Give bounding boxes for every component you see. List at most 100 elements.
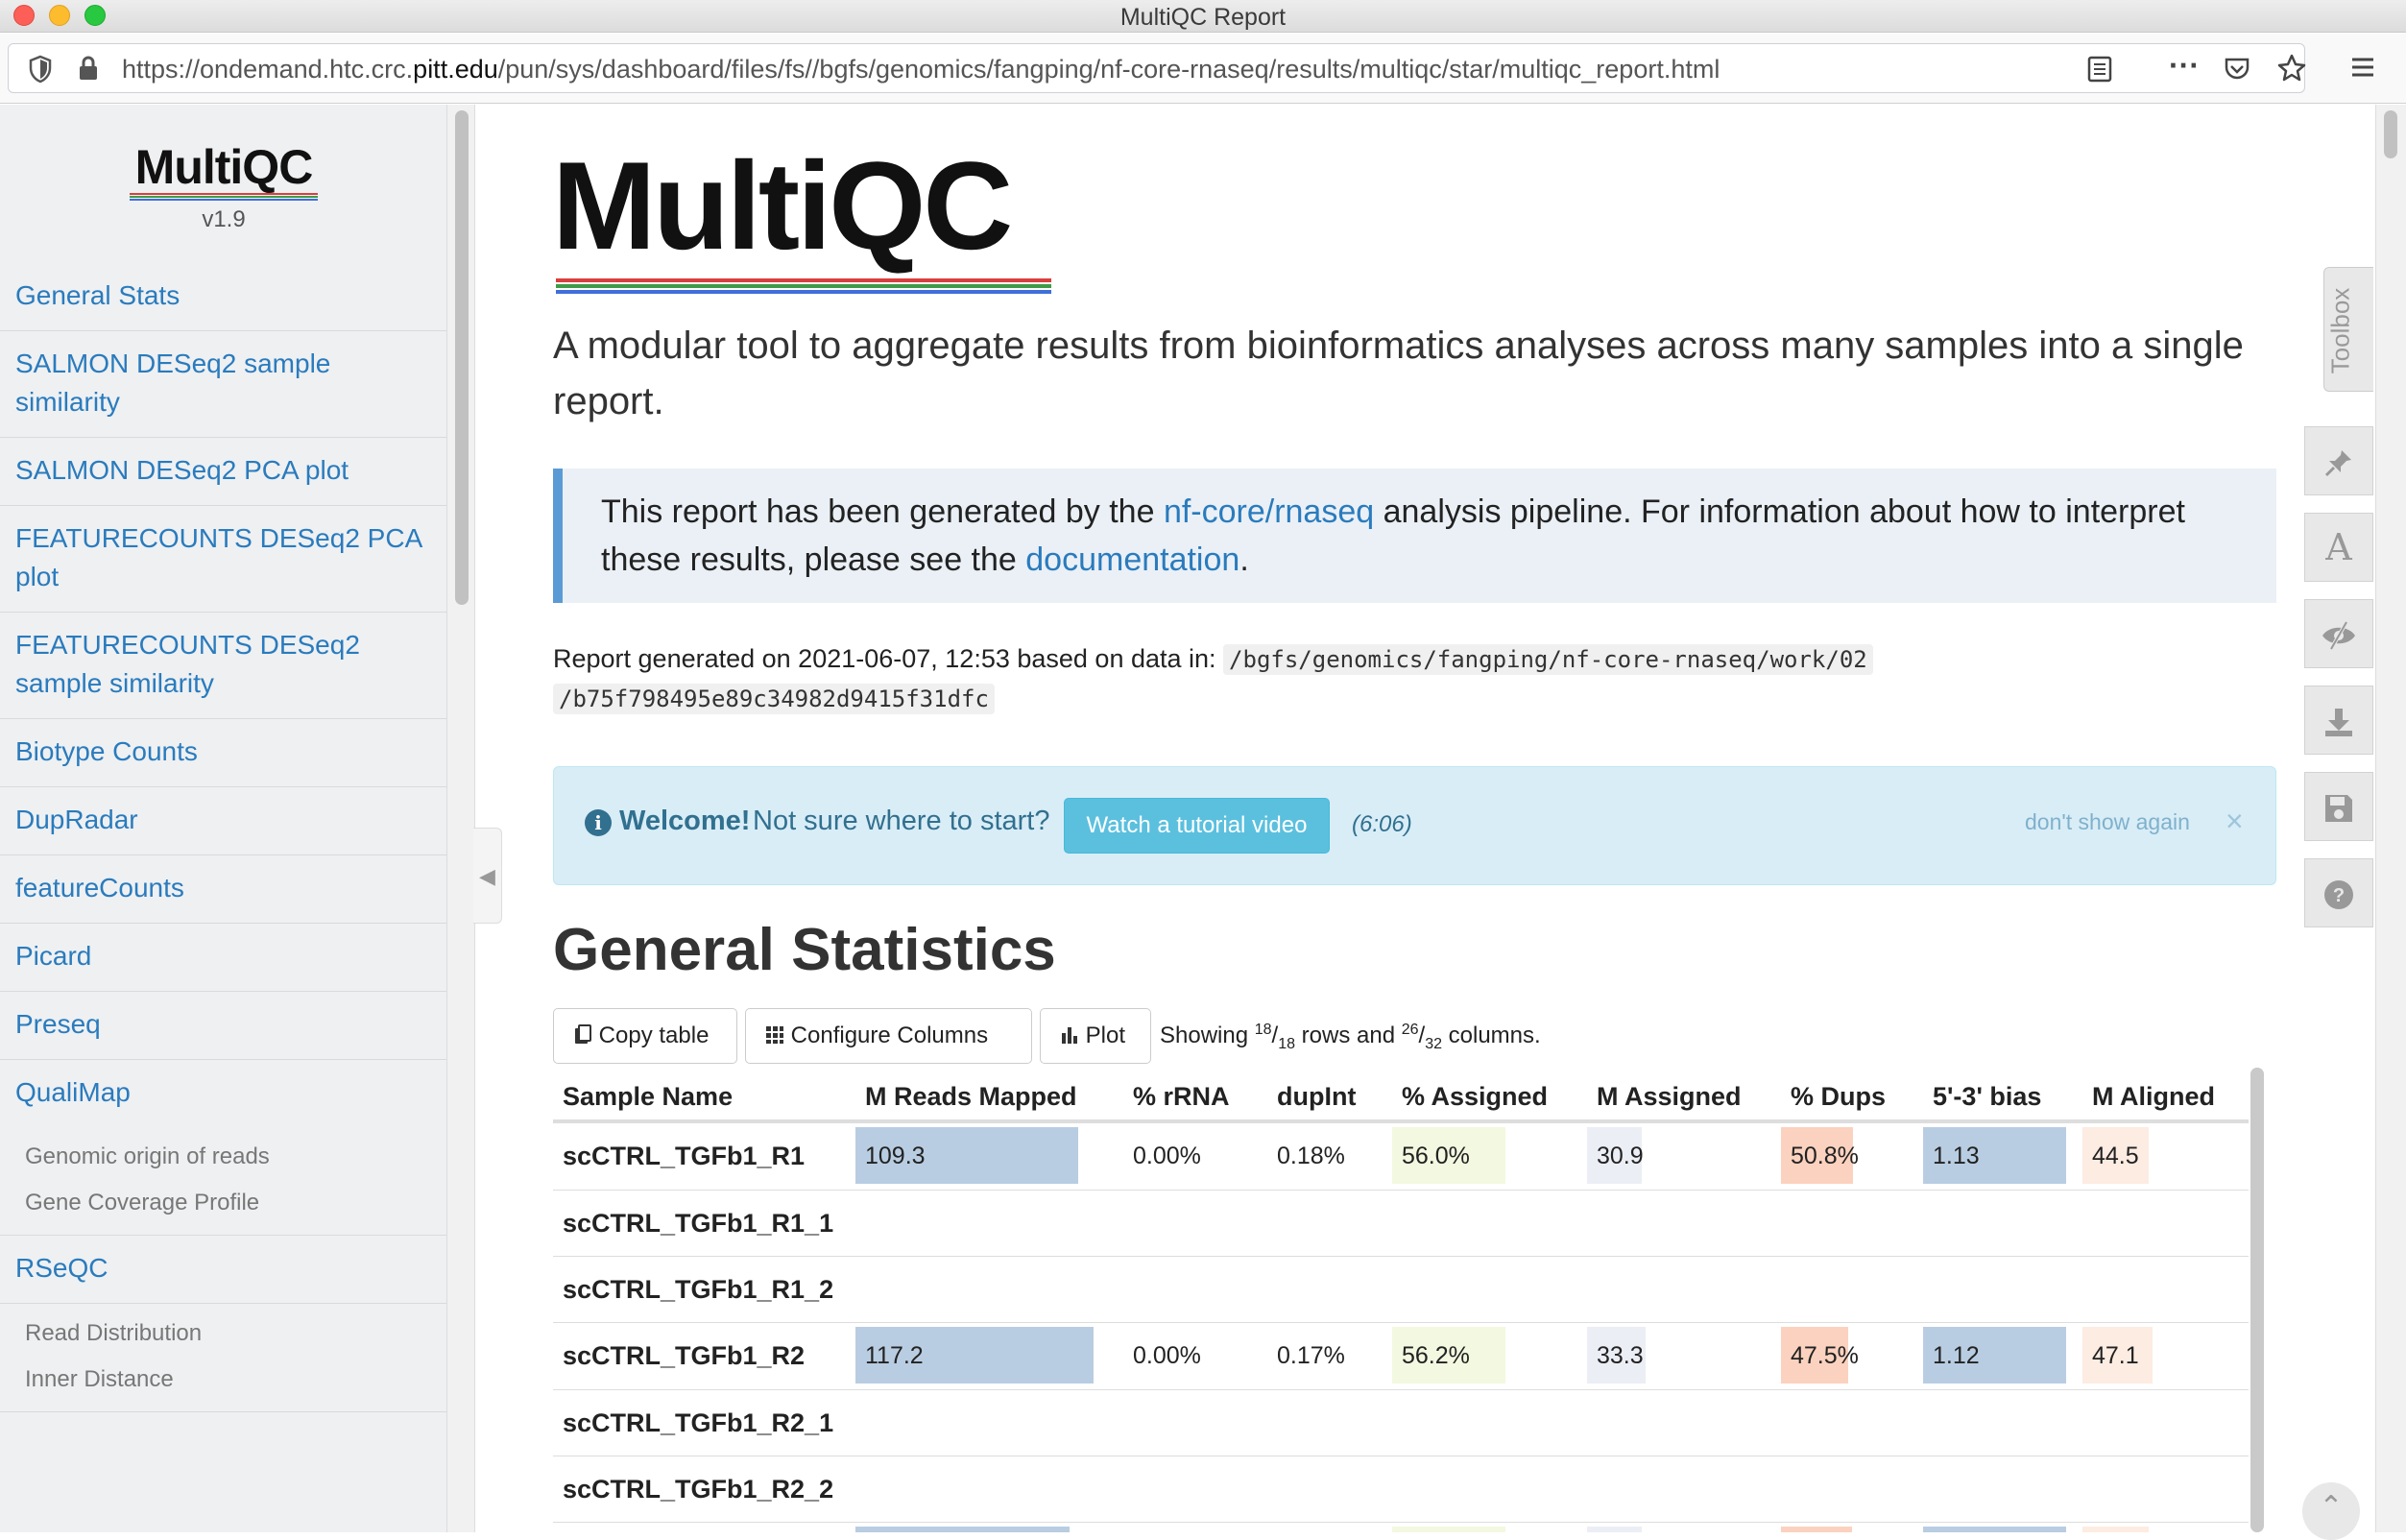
copy-table-button[interactable]: Copy table xyxy=(553,1008,737,1064)
sidebar-item-preseq[interactable]: Preseq xyxy=(0,992,446,1060)
header-m-assigned[interactable]: M Assigned xyxy=(1587,1073,1781,1123)
header-dupint[interactable]: dupInt xyxy=(1267,1073,1392,1123)
sidebar-item-biotype-counts[interactable]: Biotype Counts xyxy=(0,719,446,787)
sidebar-subitem-inner-distance[interactable]: Inner Distance xyxy=(0,1356,446,1402)
lock-icon[interactable] xyxy=(78,55,99,87)
cell-value: 0.00% xyxy=(1133,1143,1201,1169)
cell-bias xyxy=(1923,1522,2082,1532)
cell-massigned xyxy=(1587,1256,1781,1323)
cell-rrna xyxy=(1123,1522,1267,1532)
report-sidebar: MultiQC v1.9 General Stats SALMON DESeq2… xyxy=(0,105,447,1532)
cell-bias xyxy=(1923,1256,2082,1323)
welcome-alert: i Welcome! Not sure where to start? Watc… xyxy=(553,766,2276,885)
page-scrollbar[interactable] xyxy=(2375,105,2406,1532)
eye-slash-icon[interactable] xyxy=(2304,599,2373,668)
url-text[interactable]: https://ondemand.htc.crc.pitt.edu/pun/sy… xyxy=(122,55,1720,84)
cell-rrna: 0.00% xyxy=(1123,1322,1267,1390)
table-scrollbar[interactable] xyxy=(2250,1068,2264,1532)
bar-chart-icon xyxy=(1060,1023,1086,1048)
window-title: MultiQC Report xyxy=(1119,4,1287,31)
cell-bias: 1.12 xyxy=(1923,1322,2082,1390)
tutorial-video-button[interactable]: Watch a tutorial video xyxy=(1064,798,1330,854)
cell-bias xyxy=(1923,1456,2082,1523)
sidebar-item-salmon-pca[interactable]: SALMON DESeq2 PCA plot xyxy=(0,438,446,506)
sample-name-cell: scCTRL_TGFb1_R2_1 xyxy=(553,1389,855,1456)
url-bar[interactable]: https://ondemand.htc.crc.pitt.edu/pun/sy… xyxy=(8,43,2307,93)
nf-core-rnaseq-link[interactable]: nf-core/rnaseq xyxy=(1164,493,1374,530)
multiqc-logo-small[interactable]: MultiQC xyxy=(0,139,446,201)
cell-value: 117.2 xyxy=(865,1342,924,1369)
table-row: scCTRL_TGFb1_R1_1 xyxy=(553,1190,2249,1257)
cell-mapped: 109.3 xyxy=(855,1121,1123,1191)
cell-value: 0.18% xyxy=(1277,1143,1345,1169)
cell-dupint xyxy=(1267,1522,1392,1532)
chevron-left-icon: ◀ xyxy=(479,864,495,888)
cell-mapped: 117.2 xyxy=(855,1322,1123,1390)
cell-assigned xyxy=(1392,1190,1587,1257)
sidebar-subitem-genomic-origin[interactable]: Genomic origin of reads xyxy=(0,1133,446,1179)
sidebar-item-salmon-sample-similarity[interactable]: SALMON DESeq2 sample similarity xyxy=(0,331,446,438)
cell-rrna xyxy=(1123,1190,1267,1257)
sample-name-cell xyxy=(553,1522,855,1532)
data-path-1: /bgfs/genomics/fangping/nf-core-rnaseq/w… xyxy=(1223,644,1873,675)
cell-aligned: 47.1 xyxy=(2082,1322,2249,1390)
plot-button[interactable]: Plot xyxy=(1040,1008,1151,1064)
reader-view-icon[interactable] xyxy=(2086,55,2113,89)
sidebar-scrollbar[interactable] xyxy=(455,110,469,605)
collapse-sidebar-button[interactable]: ◀ xyxy=(473,828,502,924)
more-actions-icon[interactable]: ··· xyxy=(2169,50,2200,81)
font-icon[interactable]: A xyxy=(2304,513,2373,582)
help-icon[interactable]: ? xyxy=(2304,858,2373,927)
shield-icon[interactable] xyxy=(28,55,53,87)
cell-assigned xyxy=(1392,1456,1587,1523)
scroll-to-top-button[interactable]: ⌃ xyxy=(2302,1482,2360,1540)
cell-value: 0.17% xyxy=(1277,1342,1345,1369)
cell-bar-mapped xyxy=(855,1527,1071,1532)
data-path-2: /b75f798495e89c34982d9415f31dfc xyxy=(553,684,995,714)
hamburger-menu-icon[interactable] xyxy=(2348,53,2377,87)
close-alert-button[interactable]: × xyxy=(2226,804,2244,839)
sample-name-cell: scCTRL_TGFb1_R1_2 xyxy=(553,1256,855,1323)
table-header-row: Sample Name M Reads Mapped % rRNA dupInt… xyxy=(553,1073,2249,1123)
sidebar-item-featurecounts-sample-similarity[interactable]: FEATURECOUNTS DESeq2 sample similarity xyxy=(0,613,446,719)
sidebar-item-general-stats[interactable]: General Stats xyxy=(0,263,446,331)
sidebar-item-dupradar[interactable]: DupRadar xyxy=(0,787,446,855)
cell-aligned xyxy=(2082,1256,2249,1323)
bookmark-star-icon[interactable] xyxy=(2276,53,2307,89)
cell-dups xyxy=(1781,1456,1923,1523)
download-icon[interactable] xyxy=(2304,686,2373,755)
configure-columns-button[interactable]: Configure Columns xyxy=(745,1008,1032,1064)
cell-mapped xyxy=(855,1522,1123,1532)
sidebar-item-picard[interactable]: Picard xyxy=(0,924,446,992)
header-pct-dups[interactable]: % Dups xyxy=(1781,1073,1923,1123)
sidebar-subitem-read-distribution[interactable]: Read Distribution xyxy=(0,1310,446,1356)
table-row: scCTRL_TGFb1_R1_2 xyxy=(553,1256,2249,1323)
dont-show-again-link[interactable]: don't show again xyxy=(2025,809,2190,835)
documentation-link[interactable]: documentation xyxy=(1025,541,1239,578)
header-m-aligned[interactable]: M Aligned xyxy=(2082,1073,2249,1123)
pin-icon[interactable] xyxy=(2304,426,2373,495)
header-m-reads-mapped[interactable]: M Reads Mapped xyxy=(855,1073,1123,1123)
pocket-icon[interactable] xyxy=(2223,55,2251,89)
header-pct-assigned[interactable]: % Assigned xyxy=(1392,1073,1587,1123)
cell-aligned: 44.5 xyxy=(2082,1121,2249,1191)
video-duration: (6:06) xyxy=(1352,811,1412,837)
rows-columns-count: Showing 18/18 rows and 26/32 columns. xyxy=(1160,1022,1541,1052)
sidebar-item-featurecounts[interactable]: featureCounts xyxy=(0,855,446,924)
sidebar-item-featurecounts-pca[interactable]: FEATURECOUNTS DESeq2 PCA plot xyxy=(0,506,446,613)
sidebar-subitem-gene-coverage[interactable]: Gene Coverage Profile xyxy=(0,1179,446,1225)
cell-dups xyxy=(1781,1522,1923,1532)
cell-aligned xyxy=(2082,1190,2249,1257)
general-statistics-heading: General Statistics xyxy=(553,917,1056,983)
toolbox-toggle[interactable]: Toolbox xyxy=(2323,267,2373,392)
header-bias[interactable]: 5'-3' bias xyxy=(1923,1073,2082,1123)
header-sample-name[interactable]: Sample Name xyxy=(553,1073,855,1123)
sidebar-item-rseqc[interactable]: RSeQC xyxy=(0,1236,446,1303)
header-rrna[interactable]: % rRNA xyxy=(1123,1073,1267,1123)
save-icon[interactable] xyxy=(2304,772,2373,841)
cell-massigned xyxy=(1587,1190,1781,1257)
cell-massigned: 33.3 xyxy=(1587,1322,1781,1390)
cell-value: 47.5% xyxy=(1791,1342,1859,1369)
table-row: scCTRL_TGFb1_R2 117.2 0.00% 0.17% 56.2% 33.3 4… xyxy=(553,1322,2249,1390)
sidebar-item-qualimap[interactable]: QualiMap xyxy=(0,1060,446,1127)
